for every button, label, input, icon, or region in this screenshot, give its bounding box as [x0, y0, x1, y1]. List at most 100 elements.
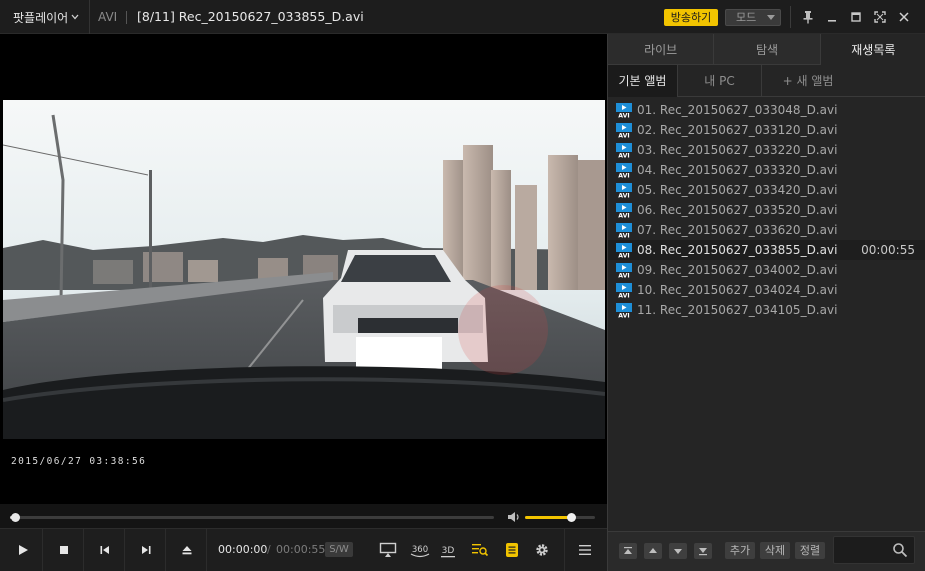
close-icon[interactable]: [896, 9, 912, 25]
subtab-default-album[interactable]: 기본 앨범: [608, 65, 678, 97]
playlist-item[interactable]: AVI 03. Rec_20150627_033220_D.avi: [608, 140, 925, 160]
svg-text:AVI: AVI: [618, 293, 629, 299]
sort-button[interactable]: 정렬: [795, 542, 825, 559]
video-area[interactable]: 2015/06/27 03:38:56: [0, 34, 607, 504]
current-time: 00:00:00: [218, 543, 268, 556]
tab-explore[interactable]: 탐색: [714, 34, 821, 65]
playlist-item[interactable]: AVI 11. Rec_20150627_034105_D.avi: [608, 300, 925, 320]
minimize-icon[interactable]: [824, 9, 840, 25]
svg-text:3D: 3D: [442, 546, 455, 556]
tab-playlist[interactable]: 재생목록: [820, 34, 925, 65]
playlist-toggle-button[interactable]: [502, 540, 522, 560]
playlist-item-duration: 00:00:55: [861, 243, 915, 257]
playlist-item-label: 05. Rec_20150627_033420_D.avi: [637, 183, 838, 197]
main-menu-button[interactable]: [575, 540, 595, 560]
move-top-icon: [624, 547, 632, 554]
video-timestamp: 2015/06/27 03:38:56: [11, 456, 147, 467]
playlist: AVI 01. Rec_20150627_033048_D.avi AVI 02. R…: [608, 100, 925, 320]
file-title: [8/11] Rec_20150627_033855_D.avi: [137, 9, 364, 24]
delete-button[interactable]: 삭제: [760, 542, 790, 559]
fullscreen-icon[interactable]: [872, 9, 888, 25]
gear-icon: [536, 544, 548, 556]
search-icon[interactable]: [892, 542, 908, 558]
playlist-item[interactable]: AVI 04. Rec_20150627_033320_D.avi: [608, 160, 925, 180]
eject-button[interactable]: [167, 529, 207, 571]
play-icon: [18, 545, 28, 555]
playlist-item[interactable]: AVI 07. Rec_20150627_033620_D.avi: [608, 220, 925, 240]
vr-360-button[interactable]: 360: [408, 540, 432, 560]
title-separator: [126, 11, 127, 24]
hamburger-icon: [579, 545, 591, 555]
chevron-down-icon: [71, 14, 79, 20]
subtitle-search-button[interactable]: [470, 540, 490, 560]
360-icon: 360: [410, 545, 430, 558]
playlist-item-label: 10. Rec_20150627_034024_D.avi: [637, 283, 838, 297]
move-up-button[interactable]: [644, 543, 662, 559]
format-label: AVI: [98, 10, 118, 24]
move-bottom-button[interactable]: [694, 543, 712, 559]
subtab-new-album[interactable]: + 새 앨범: [762, 65, 854, 97]
playlist-item[interactable]: AVI 08. Rec_20150627_033855_D.avi 00:00:55: [608, 240, 925, 260]
next-button[interactable]: [126, 529, 166, 571]
playlist-search: [833, 536, 915, 564]
seek-row: [0, 504, 607, 528]
eject-icon: [182, 546, 191, 555]
svg-text:AVI: AVI: [618, 273, 629, 279]
playlist-icon: [506, 543, 518, 557]
subtab-my-pc[interactable]: 내 PC: [678, 65, 762, 97]
arrow-up-icon: [649, 548, 657, 553]
playlist-search-input[interactable]: [838, 541, 892, 559]
playlist-item[interactable]: AVI 09. Rec_20150627_034002_D.avi: [608, 260, 925, 280]
playlist-item[interactable]: AVI 10. Rec_20150627_034024_D.avi: [608, 280, 925, 300]
mode-label: 모드: [736, 11, 757, 24]
move-top-button[interactable]: [619, 543, 637, 559]
mode-dropdown[interactable]: 모드: [725, 9, 781, 26]
svg-text:AVI: AVI: [618, 233, 629, 239]
video-file-icon: AVI: [616, 163, 632, 178]
broadcast-button[interactable]: 방송하기: [664, 9, 718, 26]
playlist-item[interactable]: AVI 01. Rec_20150627_033048_D.avi: [608, 100, 925, 120]
svg-text:AVI: AVI: [618, 113, 629, 119]
playlist-item[interactable]: AVI 05. Rec_20150627_033420_D.avi: [608, 180, 925, 200]
volume-slider[interactable]: [525, 513, 595, 522]
svg-text:AVI: AVI: [618, 253, 629, 259]
maximize-icon[interactable]: [848, 9, 864, 25]
playlist-item[interactable]: AVI 02. Rec_20150627_033120_D.avi: [608, 120, 925, 140]
video-file-icon: AVI: [616, 203, 632, 218]
sw-decoder-badge[interactable]: S/W: [325, 542, 353, 557]
skip-next-icon: [141, 546, 150, 554]
playlist-item-label: 02. Rec_20150627_033120_D.avi: [637, 123, 838, 137]
side-panel: 라이브 탐색 재생목록 기본 앨범 내 PC + 새 앨범 AVI 01. Rec…: [607, 34, 925, 571]
playlist-item-label: 06. Rec_20150627_033520_D.avi: [637, 203, 838, 217]
play-button[interactable]: [3, 529, 43, 571]
video-file-icon: AVI: [616, 183, 632, 198]
volume-level: [525, 516, 571, 519]
volume-handle[interactable]: [566, 513, 576, 522]
app-menu-button[interactable]: 팟플레이어: [0, 0, 90, 34]
settings-button[interactable]: [532, 540, 552, 560]
move-down-button[interactable]: [669, 543, 687, 559]
title-bar: 팟플레이어 AVI [8/11] Rec_20150627_033855_D.a…: [0, 0, 925, 34]
stop-icon: [59, 546, 68, 554]
tab-live[interactable]: 라이브: [608, 34, 715, 65]
svg-text:AVI: AVI: [618, 173, 629, 179]
screen-output-button[interactable]: [378, 540, 398, 560]
stop-button[interactable]: [44, 529, 84, 571]
video-file-icon: AVI: [616, 123, 632, 138]
playlist-item[interactable]: AVI 06. Rec_20150627_033520_D.avi: [608, 200, 925, 220]
svg-text:360: 360: [412, 545, 428, 555]
3d-mode-button[interactable]: 3D: [438, 540, 458, 560]
volume-icon[interactable]: [507, 511, 521, 523]
seek-bar[interactable]: [10, 513, 494, 522]
svg-text:AVI: AVI: [618, 313, 629, 319]
dropdown-arrow-icon: [767, 15, 775, 20]
playlist-item-label: 04. Rec_20150627_033320_D.avi: [637, 163, 838, 177]
arrow-down-icon: [674, 549, 682, 554]
window-controls-separator: [790, 6, 791, 28]
add-button[interactable]: 추가: [725, 542, 755, 559]
pin-icon[interactable]: [800, 9, 816, 25]
time-separator: /: [267, 543, 271, 556]
seek-handle[interactable]: [10, 513, 20, 522]
previous-button[interactable]: [85, 529, 125, 571]
video-file-icon: AVI: [616, 243, 632, 258]
